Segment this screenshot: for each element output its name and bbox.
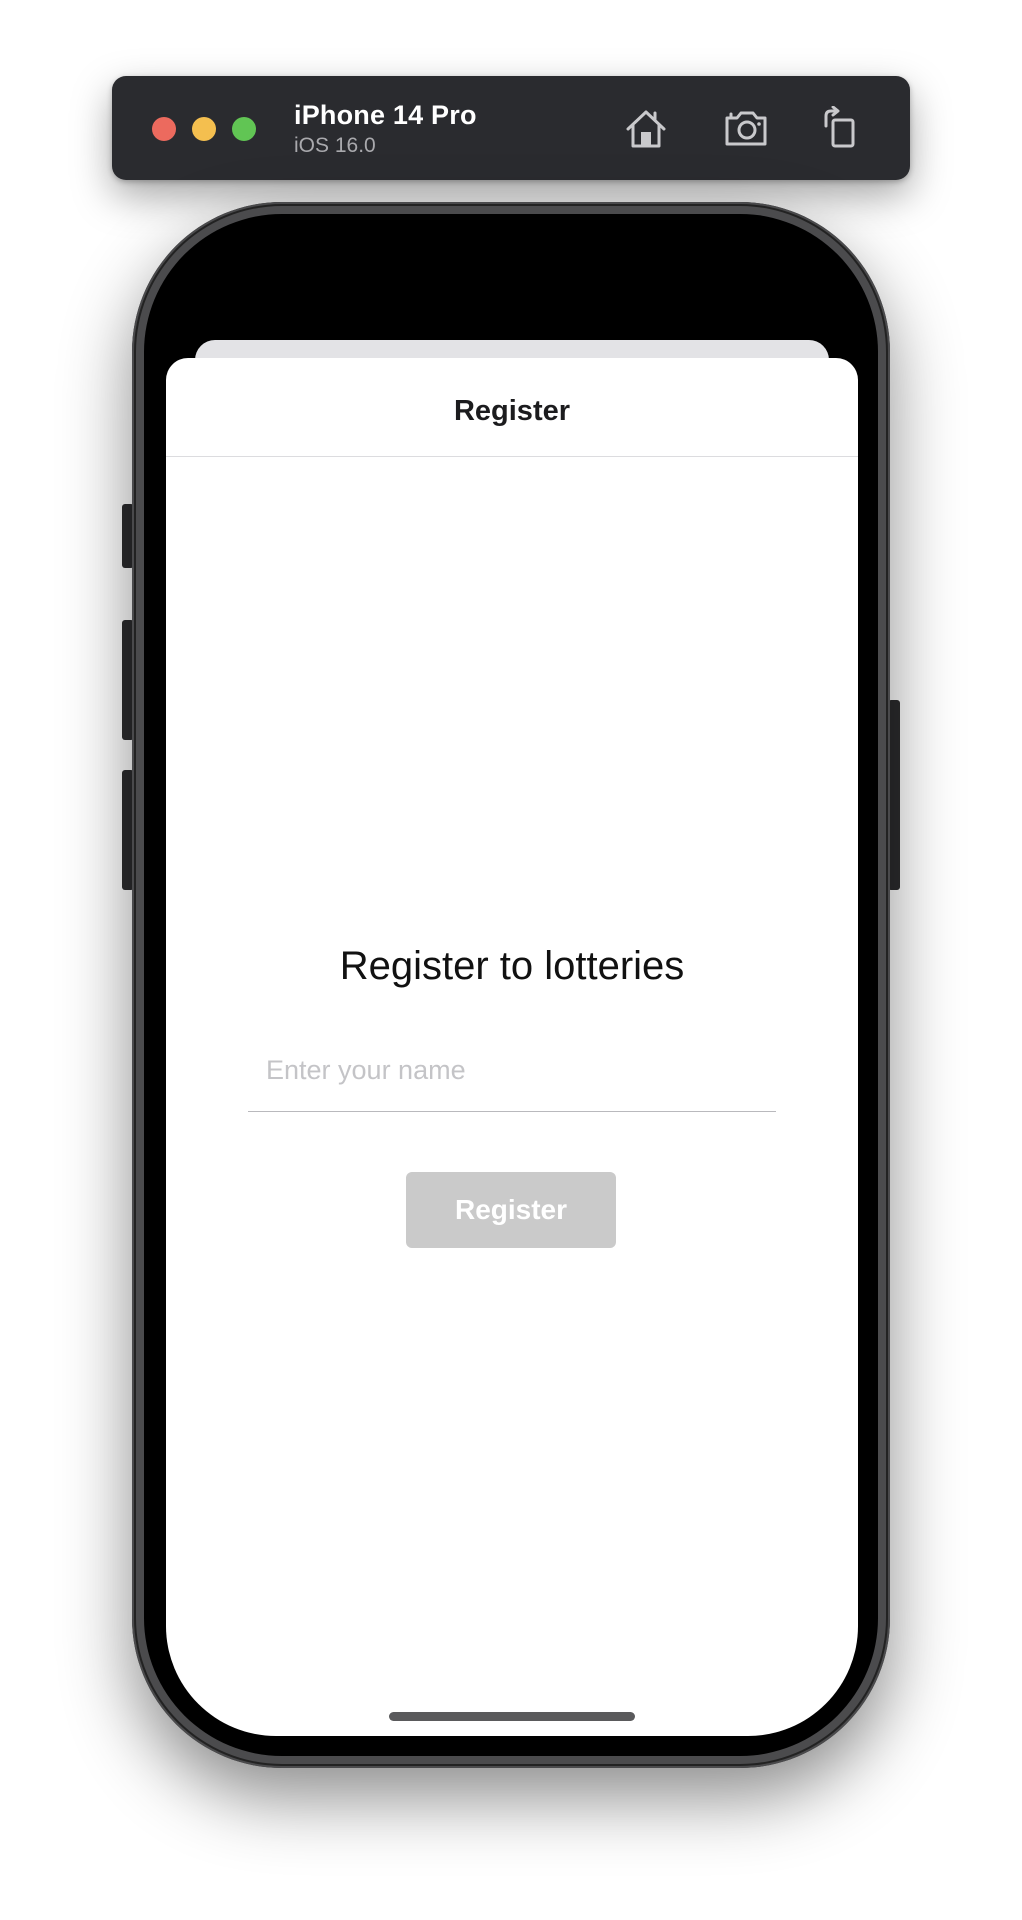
register-button[interactable]: Register [406, 1172, 616, 1248]
home-button[interactable] [622, 104, 670, 152]
navigation-bar: Register [166, 358, 858, 457]
page-title: Register to lotteries [339, 944, 685, 988]
rotate-button[interactable] [816, 104, 864, 152]
simulator-toolbar: iPhone 14 Pro iOS 16.0 [112, 76, 910, 180]
minimize-window-button[interactable] [192, 117, 216, 141]
device-name: iPhone 14 Pro [294, 100, 477, 130]
os-version: iOS 16.0 [294, 134, 376, 157]
simulator-window: iPhone 14 Pro iOS 16.0 Register Register… [0, 0, 1022, 1920]
camera-icon [725, 111, 767, 146]
nav-title: Register [453, 394, 571, 427]
zoom-window-button[interactable] [232, 117, 256, 141]
register-sheet: Register Register to lotteries Register [166, 358, 858, 1736]
home-indicator [389, 1712, 635, 1721]
rotate-icon [824, 106, 855, 148]
close-window-button[interactable] [152, 117, 176, 141]
home-icon [626, 110, 666, 148]
screenshot-button[interactable] [722, 104, 770, 152]
name-input[interactable] [248, 1030, 776, 1112]
